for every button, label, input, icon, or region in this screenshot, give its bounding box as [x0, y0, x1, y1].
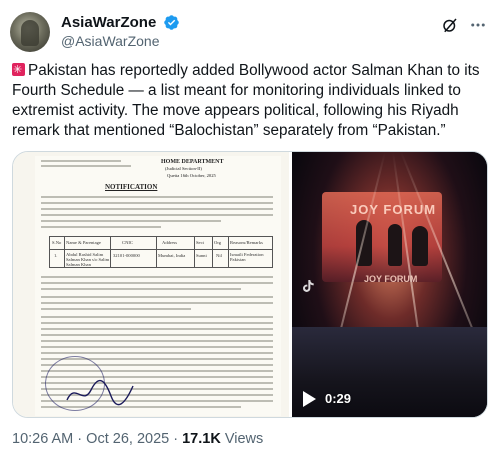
tweet-meta: 10:26 AM · Oct 26, 2025 · 17.1K Views [12, 430, 263, 449]
play-icon[interactable] [301, 390, 317, 408]
table-header: Org [214, 240, 222, 245]
flag-emoji-icon [12, 60, 25, 80]
views-count[interactable]: 17.1K [182, 431, 221, 447]
avatar[interactable] [10, 12, 50, 52]
meta-separator: · [77, 431, 83, 447]
video-duration: 0:29 [325, 391, 352, 406]
more-icon[interactable] [468, 16, 488, 34]
table-header: Sect [196, 240, 204, 245]
tweet-text: Pakistan has reportedly added Bollywood … [12, 60, 492, 141]
author-display-name[interactable]: AsiaWarZone [61, 13, 156, 32]
tiktok-icon [303, 280, 314, 292]
table-cell: Abdul Rashid Salim Salman Khan s/o Salim… [66, 252, 110, 267]
doc-issuer: HOME DEPARTMENT [161, 159, 224, 165]
table-cell: Sunni [196, 253, 207, 258]
doc-subtitle: (Judicial Section-II) [165, 166, 202, 171]
video-player[interactable]: JOY FORUM JOY FORUM 0:29 [292, 152, 487, 417]
media-grid: HOME DEPARTMENT (Judicial Section-II) Qu… [12, 151, 488, 418]
doc-signature [66, 379, 134, 406]
doc-heading: NOTIFICATION [105, 183, 158, 191]
table-cell: Mumbai, India [158, 253, 186, 258]
video-figure [388, 224, 402, 266]
verified-badge-icon [163, 15, 179, 30]
table-cell: 32101-000000 [113, 253, 140, 258]
document-image[interactable]: HOME DEPARTMENT (Judicial Section-II) Qu… [13, 152, 289, 417]
tweet-body: Pakistan has reportedly added Bollywood … [12, 62, 480, 139]
video-audience-area [292, 327, 487, 417]
table-header: Name & Parentage [66, 240, 101, 245]
views-label: Views [224, 431, 264, 447]
tweet-time[interactable]: 10:26 AM [12, 431, 73, 447]
table-header: Address [162, 240, 178, 245]
author-block: AsiaWarZone @AsiaWarZone [61, 13, 180, 51]
doc-date: Quetta 16th October, 2025 [167, 173, 216, 178]
table-cell: Ismaili Federation Pakistan [230, 252, 264, 262]
table-cell: 1. [54, 253, 58, 258]
notification-document: HOME DEPARTMENT (Judicial Section-II) Qu… [35, 156, 281, 416]
grok-icon[interactable] [441, 16, 459, 34]
doc-table: S.No Name & Parentage CNIC Address Sect … [49, 236, 273, 268]
tweet-date[interactable]: Oct 26, 2025 [86, 431, 169, 447]
video-figure [412, 226, 428, 266]
table-header: CNIC [122, 240, 133, 245]
meta-separator: · [173, 431, 179, 447]
table-header: Reasons/Remarks [230, 240, 263, 245]
table-header: S.No [52, 240, 62, 245]
table-cell: Nil [216, 253, 222, 258]
tweet-header: AsiaWarZone @AsiaWarZone [10, 10, 490, 54]
author-handle[interactable]: @AsiaWarZone [61, 32, 180, 51]
